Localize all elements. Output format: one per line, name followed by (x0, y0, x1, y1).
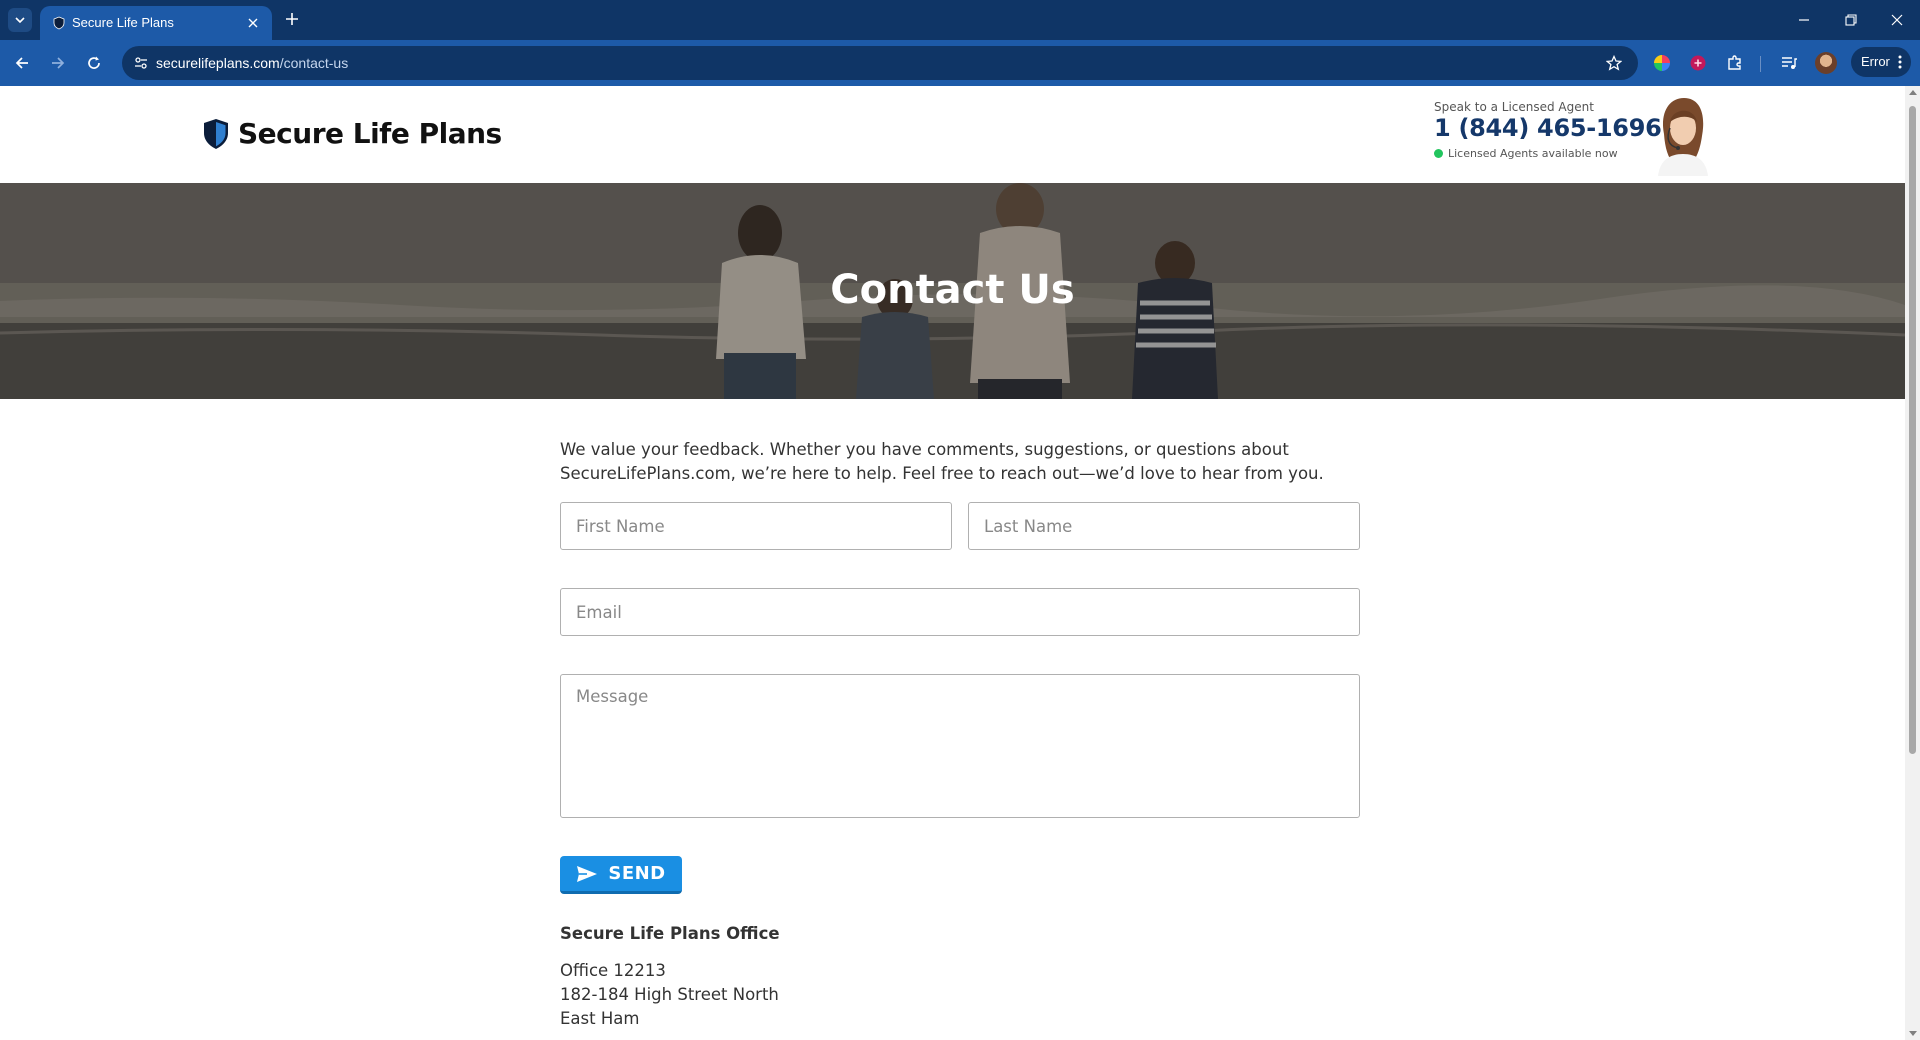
send-button[interactable]: SEND (560, 856, 682, 894)
profile-error-chip[interactable]: Error (1851, 47, 1911, 77)
restore-icon (1845, 14, 1857, 26)
address-bar[interactable]: securelifeplans.com/contact-us (122, 46, 1638, 80)
arrow-left-icon (15, 57, 28, 69)
forward-button[interactable] (44, 49, 72, 77)
reload-button[interactable] (80, 49, 108, 77)
agent-photo (1658, 98, 1708, 176)
office-line: 182-184 High Street North (560, 985, 779, 1004)
scroll-thumb[interactable] (1909, 106, 1916, 754)
shield-logo-icon (204, 118, 228, 149)
media-controls-button[interactable] (1778, 52, 1800, 74)
close-icon (248, 18, 258, 28)
profile-avatar[interactable] (1815, 52, 1837, 74)
url-text: securelifeplans.com/contact-us (156, 55, 348, 71)
office-line: Office 12213 (560, 961, 666, 980)
contact-content: We value your feedback. Whether you have… (560, 438, 1360, 1031)
name-row (560, 502, 1360, 550)
agent-phone-link[interactable]: 1 (844) 465-1696 (1434, 114, 1662, 142)
chevron-down-icon (15, 17, 25, 24)
toolbar-separator (1760, 56, 1761, 72)
page-scrollbar[interactable] (1905, 86, 1920, 1040)
tab-title: Secure Life Plans (72, 15, 174, 30)
shield-extension-icon (1690, 55, 1706, 71)
tab-search-button[interactable] (8, 8, 32, 32)
playlist-icon (1782, 57, 1797, 69)
color-extension-button[interactable] (1651, 52, 1673, 74)
plus-icon (286, 13, 298, 25)
page-viewport: Secure Life Plans Speak to a Licensed Ag… (0, 86, 1905, 1040)
email-input[interactable] (560, 588, 1360, 636)
first-name-input[interactable] (560, 502, 952, 550)
close-window-button[interactable] (1874, 0, 1920, 40)
back-button[interactable] (8, 49, 36, 77)
hero-banner: Contact Us (0, 183, 1905, 399)
bookmark-button[interactable] (1604, 53, 1624, 73)
minimize-icon (1799, 19, 1809, 21)
profile-error-label: Error (1861, 54, 1890, 69)
paper-plane-icon (577, 865, 598, 882)
office-title: Secure Life Plans Office (560, 924, 780, 943)
reload-icon (88, 56, 100, 69)
scroll-up-arrow-icon[interactable] (1909, 90, 1917, 95)
site-header: Secure Life Plans Speak to a Licensed Ag… (0, 86, 1905, 183)
new-tab-button[interactable] (282, 9, 302, 29)
intro-text: We value your feedback. Whether you have… (560, 440, 1324, 483)
last-name-input[interactable] (968, 502, 1360, 550)
security-extension-button[interactable] (1687, 52, 1709, 74)
office-address: Office 12213 182-184 High Street North E… (560, 959, 1360, 1031)
browser-tab-active[interactable]: Secure Life Plans (40, 6, 272, 40)
message-textarea[interactable] (560, 674, 1360, 818)
tune-icon (135, 57, 147, 69)
puzzle-icon (1728, 55, 1741, 70)
star-icon (1606, 55, 1622, 71)
message-row (560, 674, 1360, 818)
tab-close-button[interactable] (244, 14, 262, 32)
browser-tabstrip: Secure Life Plans (0, 0, 1920, 40)
extensions-button[interactable] (1724, 52, 1746, 74)
url-path: /contact-us (279, 55, 349, 71)
logo-text: Secure Life Plans (238, 117, 502, 150)
site-logo[interactable]: Secure Life Plans (202, 117, 502, 150)
restore-window-button[interactable] (1828, 0, 1874, 40)
shield-icon (53, 16, 65, 30)
agent-status: Licensed Agents available now (1434, 147, 1618, 160)
agent-status-text: Licensed Agents available now (1448, 147, 1618, 160)
color-wheel-icon (1654, 55, 1670, 71)
scroll-down-arrow-icon[interactable] (1909, 1031, 1917, 1036)
page-title: Contact Us (830, 267, 1075, 313)
site-info-button[interactable] (132, 54, 150, 72)
email-row (560, 588, 1360, 636)
browser-toolbar: securelifeplans.com/contact-us Error (0, 40, 1920, 86)
close-icon (1891, 14, 1903, 26)
url-domain: securelifeplans.com (156, 55, 280, 71)
arrow-right-icon (52, 57, 65, 69)
office-line: East Ham (560, 1009, 640, 1028)
status-dot-icon (1434, 149, 1443, 158)
menu-dots-icon (1897, 53, 1903, 71)
minimize-window-button[interactable] (1781, 0, 1827, 40)
send-label: SEND (608, 863, 666, 884)
agent-label: Speak to a Licensed Agent (1434, 100, 1594, 114)
